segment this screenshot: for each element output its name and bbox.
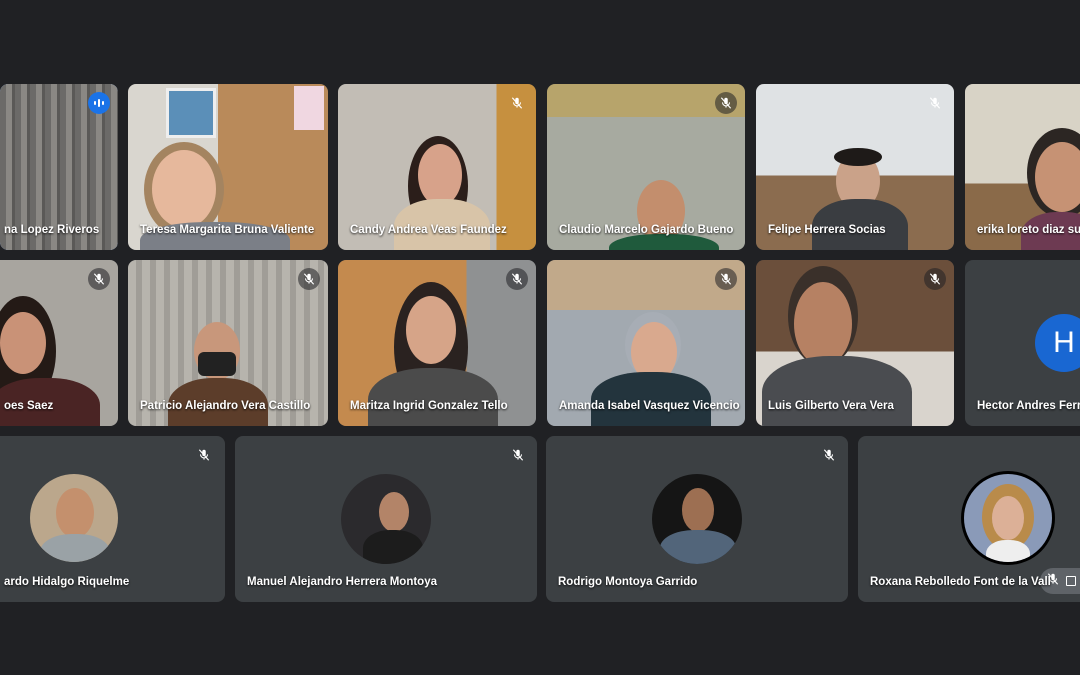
participant-name: oes Saez	[4, 400, 54, 412]
participant-tile[interactable]: oes Saez	[0, 260, 118, 426]
mic-off-icon	[715, 268, 737, 290]
person-body	[591, 372, 711, 426]
participant-initial-avatar: H	[1035, 314, 1080, 372]
person-face	[406, 296, 456, 364]
participant-tile[interactable]: Manuel Alejandro Herrera Montoya	[235, 436, 537, 602]
participant-tile[interactable]: Roxana Rebolledo Font de la Vall	[858, 436, 1080, 602]
mic-off-icon	[88, 268, 110, 290]
participant-name: erika loreto diaz sua	[977, 224, 1080, 236]
mic-off-icon	[715, 92, 737, 114]
participant-name: Maritza Ingrid Gonzalez Tello	[350, 400, 508, 412]
participant-name: na Lopez Riveros	[4, 224, 100, 236]
participant-name: Manuel Alejandro Herrera Montoya	[247, 576, 438, 588]
participant-name: Felipe Herrera Socias	[768, 224, 886, 236]
participant-name: Claudio Marcelo Gajardo Bueno	[559, 224, 734, 236]
mic-off-icon	[924, 268, 946, 290]
person-hair	[834, 148, 882, 166]
wall-picture	[166, 88, 216, 138]
avatar	[341, 474, 431, 564]
participant-tile[interactable]: na Lopez Riveros	[0, 84, 118, 250]
avatar	[652, 474, 742, 564]
participant-name: Roxana Rebolledo Font de la Vall	[870, 576, 1051, 588]
mic-off-icon	[506, 268, 528, 290]
participant-tile[interactable]: Rodrigo Montoya Garrido	[546, 436, 848, 602]
person-body	[762, 356, 912, 426]
person-face	[1035, 142, 1080, 212]
participant-tile[interactable]: Amanda Isabel Vasquez Vicencio	[547, 260, 745, 426]
more-options-icon[interactable]	[1066, 576, 1076, 586]
participant-tile[interactable]: Candy Andrea Veas Faundez	[338, 84, 536, 250]
mic-off-icon	[298, 268, 320, 290]
participant-name: Amanda Isabel Vasquez Vicencio	[559, 400, 740, 412]
mic-off-icon	[507, 444, 529, 466]
participant-name: Patricio Alejandro Vera Castillo	[140, 400, 311, 412]
person-face	[794, 282, 852, 366]
participant-name: Luis Gilberto Vera Vera	[768, 400, 894, 412]
participant-name: Candy Andrea Veas Faundez	[350, 224, 507, 236]
avatar	[30, 474, 118, 562]
face-mask	[198, 352, 236, 376]
mic-off-icon	[818, 444, 840, 466]
participant-name: Rodrigo Montoya Garrido	[558, 576, 698, 588]
mic-off-icon	[506, 92, 528, 114]
participant-name: Teresa Margarita Bruna Valiente	[140, 224, 315, 236]
participant-tile[interactable]: Claudio Marcelo Gajardo Bueno	[547, 84, 745, 250]
audio-level-icon	[88, 92, 110, 114]
mic-off-icon	[193, 444, 215, 466]
person-body	[368, 368, 498, 426]
participant-tile[interactable]: ardo Hidalgo Riquelme	[0, 436, 225, 602]
participant-tile[interactable]: Teresa Margarita Bruna Valiente	[128, 84, 328, 250]
participant-tile[interactable]: erika loreto diaz sua	[965, 84, 1080, 250]
participant-name: Hector Andres Ferra	[977, 400, 1080, 412]
person-face	[418, 144, 462, 206]
participant-name: ardo Hidalgo Riquelme	[4, 576, 130, 588]
participant-tile[interactable]: Patricio Alejandro Vera Castillo	[128, 260, 328, 426]
person-face	[152, 150, 216, 228]
participant-tile[interactable]: Luis Gilberto Vera Vera	[756, 260, 954, 426]
person-face	[0, 312, 46, 374]
wall-poster	[294, 86, 324, 130]
avatar	[964, 474, 1052, 562]
mic-off-icon	[924, 92, 946, 114]
participant-tile[interactable]: Maritza Ingrid Gonzalez Tello	[338, 260, 536, 426]
participant-tile[interactable]: H Hector Andres Ferra	[965, 260, 1080, 426]
participant-tile[interactable]: Felipe Herrera Socias	[756, 84, 954, 250]
